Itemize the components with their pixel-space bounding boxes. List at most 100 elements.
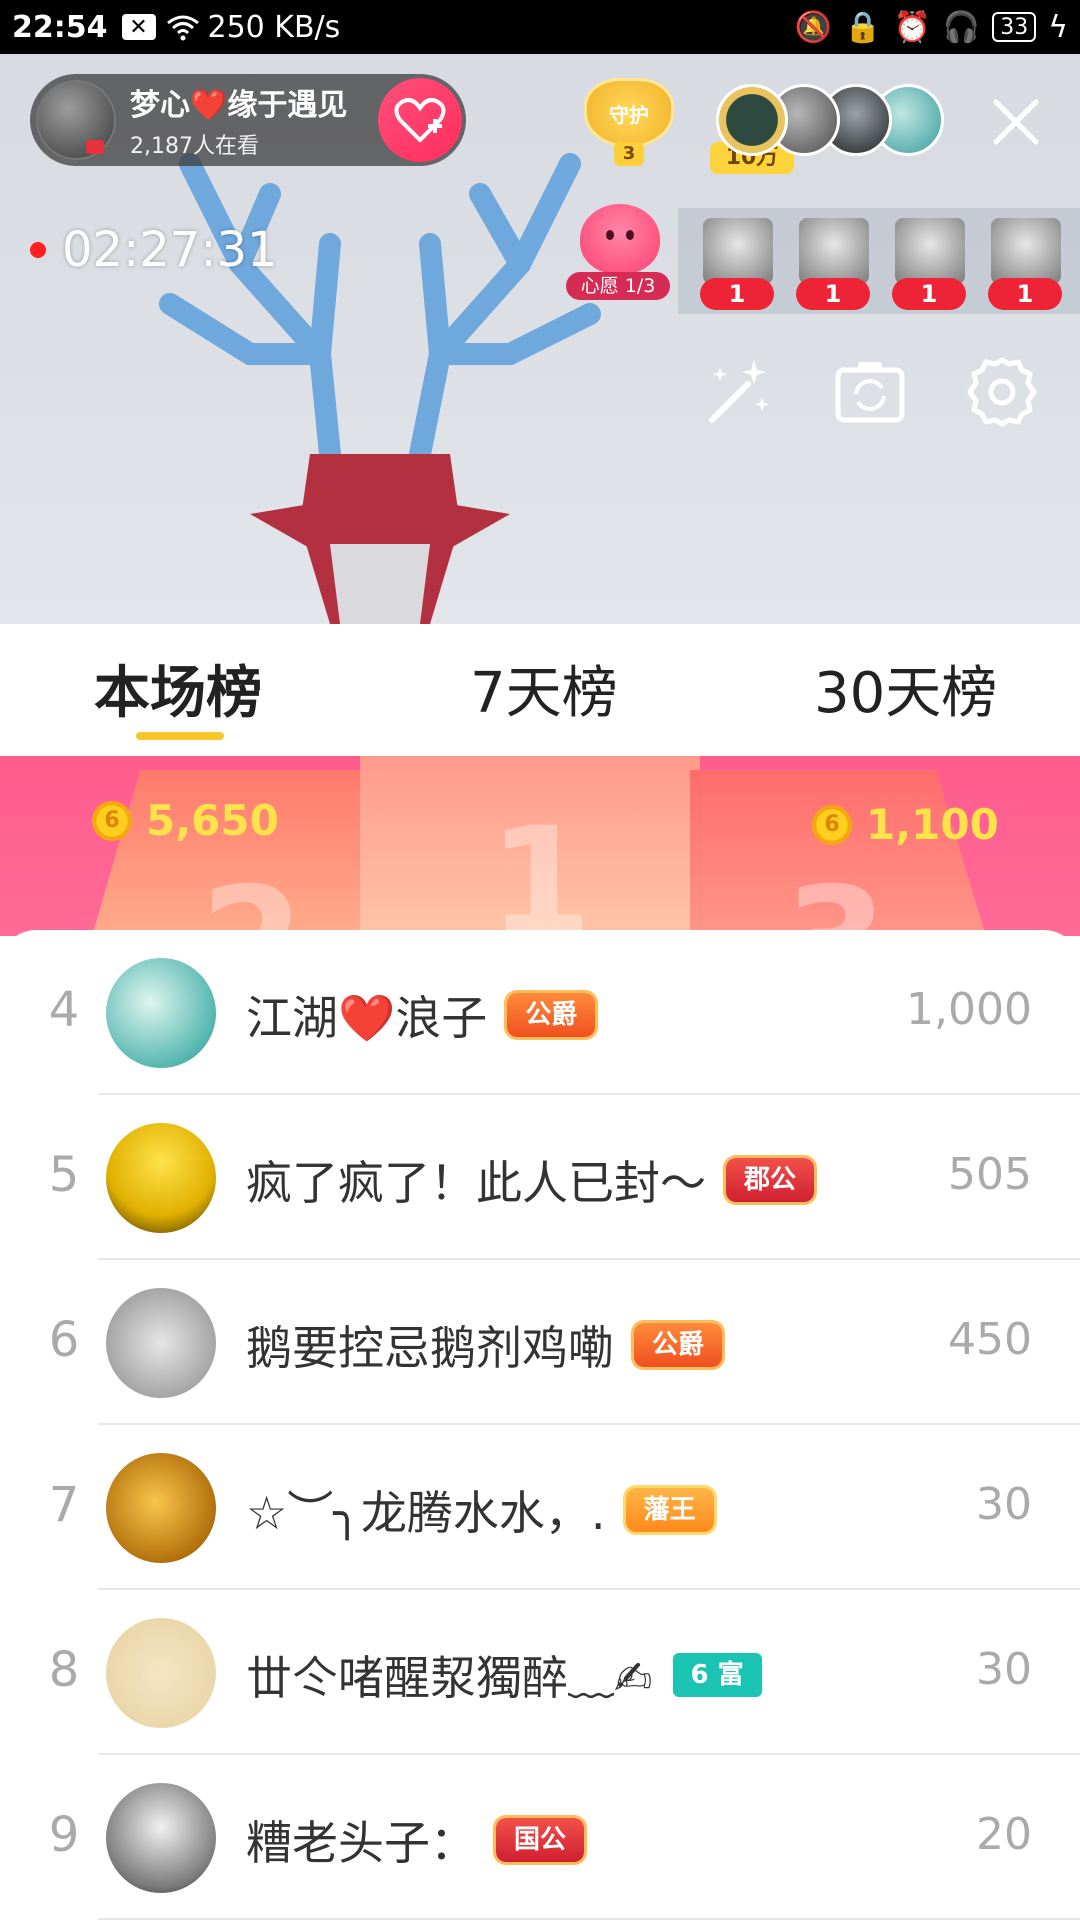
- user-name: 江湖❤️浪子: [246, 991, 488, 1045]
- rank-number: 7: [48, 1477, 80, 1533]
- tab-this-session[interactable]: 本场榜: [94, 648, 262, 729]
- close-icon: [993, 99, 1039, 145]
- headphones-icon: 🎧: [942, 9, 981, 45]
- magic-wand-icon: [709, 360, 769, 423]
- podium-number-2: 2: [200, 856, 304, 936]
- user-name-line: 糟老头子： 国公: [246, 1807, 585, 1873]
- host-info-pill[interactable]: 梦心❤️缘于遇见 2,187人在看: [30, 74, 466, 166]
- viewer-count: 2,187人在看: [130, 134, 259, 159]
- tab-30-days[interactable]: 30天榜: [814, 648, 997, 729]
- host-name: 梦心❤️缘于遇见: [130, 88, 348, 123]
- user-name: 糟老头子：: [246, 1816, 476, 1870]
- top-fans[interactable]: [716, 82, 944, 158]
- guard-label: 守护: [609, 102, 649, 127]
- gift-image: [703, 218, 773, 284]
- user-score: 450: [948, 1314, 1032, 1365]
- live-video[interactable]: 梦心❤️缘于遇见 2,187人在看 守护 3 10万 02:27:31 心愿 1…: [0, 54, 1080, 624]
- ranking-tabs: 本场榜 7天榜 30天榜: [0, 624, 1080, 756]
- coin-icon: 6: [92, 800, 132, 841]
- third-place-amount: 1,100: [866, 800, 999, 849]
- rank-badge: 国公: [496, 1818, 585, 1862]
- rank-number: 5: [48, 1147, 80, 1203]
- leaderboard-list: 4 江湖❤️浪子 公爵 1,000 5 疯了疯了！此人已封～ 郡公 505 6 …: [0, 930, 1080, 1920]
- gift-image: [895, 218, 965, 284]
- close-button[interactable]: [986, 92, 1046, 152]
- user-name: 鹅要控忌鹅剂鸡嘞: [246, 1321, 614, 1375]
- user-avatar[interactable]: [106, 1783, 216, 1893]
- gift-count: 1: [892, 278, 966, 310]
- leaderboard-row[interactable]: 6 鹅要控忌鹅剂鸡嘞 公爵 450: [0, 1260, 1080, 1425]
- fan-avatar[interactable]: [716, 84, 788, 156]
- battery-level: 33: [1000, 14, 1029, 40]
- status-time: 22:54: [12, 9, 108, 45]
- user-score: 1,000: [906, 984, 1032, 1035]
- mute-icon: 🔕: [794, 9, 833, 45]
- rank-badge: 公爵: [634, 1323, 723, 1367]
- gift-image: [991, 218, 1061, 284]
- top3-podium: 2 1 3 6 5,650 6 1,100: [0, 756, 1080, 936]
- video-frame-deer: [159, 153, 601, 624]
- user-score: 20: [976, 1809, 1032, 1860]
- follow-button[interactable]: [378, 78, 462, 162]
- flip-camera-button[interactable]: [832, 354, 908, 430]
- net-speed: 250 KB/s: [207, 9, 341, 45]
- podium-number-3: 3: [784, 856, 888, 936]
- tool-row: [700, 354, 1040, 430]
- rank-number: 4: [48, 982, 80, 1038]
- leaderboard-row[interactable]: 8 丗仒啫醒洯獨醉﹏✍ 6 富 30: [0, 1590, 1080, 1755]
- battery-icon: 33: [992, 12, 1037, 42]
- second-place-value: 6 5,650: [92, 796, 279, 845]
- leaderboard-row[interactable]: 9 糟老头子： 国公 20: [0, 1755, 1080, 1920]
- user-score: 30: [976, 1644, 1032, 1695]
- wish-gift[interactable]: 1: [978, 208, 1074, 314]
- user-avatar[interactable]: [106, 1618, 216, 1728]
- leaderboard-row[interactable]: 4 江湖❤️浪子 公爵 1,000: [0, 930, 1080, 1095]
- status-bar: 22:54 ✕ 250 KB/s 🔕 🔒 ⏰ 🎧 33 ϟ: [0, 0, 1080, 54]
- gear-icon: [967, 357, 1037, 427]
- lock-icon: 🔒: [844, 9, 882, 45]
- wish-progress: 心愿 1/3: [566, 272, 670, 300]
- wish-button[interactable]: 心愿 1/3: [566, 204, 670, 304]
- leaderboard-row[interactable]: 7 ☆︶╮龙腾水水，. 藩王 30: [0, 1425, 1080, 1590]
- wish-gift[interactable]: 1: [786, 208, 882, 314]
- user-avatar[interactable]: [106, 1123, 216, 1233]
- rank-number: 6: [48, 1312, 80, 1368]
- gift-count: 1: [700, 278, 774, 310]
- user-name-line: 江湖❤️浪子 公爵: [246, 982, 596, 1048]
- rank-number: 8: [48, 1642, 80, 1698]
- beauty-wand-button[interactable]: [700, 354, 776, 430]
- rank-badge: 郡公: [726, 1158, 815, 1202]
- notification-icon: ✕: [121, 14, 156, 40]
- rank-badge: 藩王: [625, 1488, 714, 1532]
- user-name: ☆︶╮龙腾水水，.: [246, 1486, 606, 1540]
- heart-face-icon: [580, 204, 660, 274]
- user-name: 丗仒啫醒洯獨醉﹏✍: [246, 1651, 653, 1705]
- wish-gift-list: 1 1 1 1: [678, 208, 1080, 314]
- heart-plus-icon: [394, 98, 446, 143]
- user-avatar[interactable]: [106, 1288, 216, 1398]
- gift-image: [799, 218, 869, 284]
- podium-number-1: 1: [488, 796, 593, 936]
- second-place-amount: 5,650: [146, 796, 279, 845]
- settings-button[interactable]: [964, 354, 1040, 430]
- live-timer: 02:27:31: [30, 222, 278, 278]
- timer-text: 02:27:31: [62, 222, 278, 278]
- user-name-line: 丗仒啫醒洯獨醉﹏✍ 6 富: [246, 1642, 762, 1708]
- user-name-line: 疯了疯了！此人已封～ 郡公: [246, 1147, 815, 1213]
- gift-count: 1: [988, 278, 1062, 310]
- leaderboard-row[interactable]: 5 疯了疯了！此人已封～ 郡公 505: [0, 1095, 1080, 1260]
- host-avatar[interactable]: [36, 80, 116, 160]
- user-name: 疯了疯了！此人已封～: [246, 1156, 706, 1210]
- wish-gift[interactable]: 1: [882, 208, 978, 314]
- wish-gift[interactable]: 1: [690, 208, 786, 314]
- rank-number: 9: [48, 1807, 80, 1863]
- guard-badge[interactable]: 守护 3: [584, 78, 674, 168]
- user-name-line: 鹅要控忌鹅剂鸡嘞 公爵: [246, 1312, 723, 1378]
- user-name-line: ☆︶╮龙腾水水，. 藩王: [246, 1477, 714, 1543]
- user-avatar[interactable]: [106, 1453, 216, 1563]
- gift-count: 1: [796, 278, 870, 310]
- tab-7-days[interactable]: 7天榜: [470, 648, 618, 729]
- alarm-icon: ⏰: [893, 9, 931, 45]
- user-avatar[interactable]: [106, 958, 216, 1068]
- guard-count: 3: [614, 142, 644, 166]
